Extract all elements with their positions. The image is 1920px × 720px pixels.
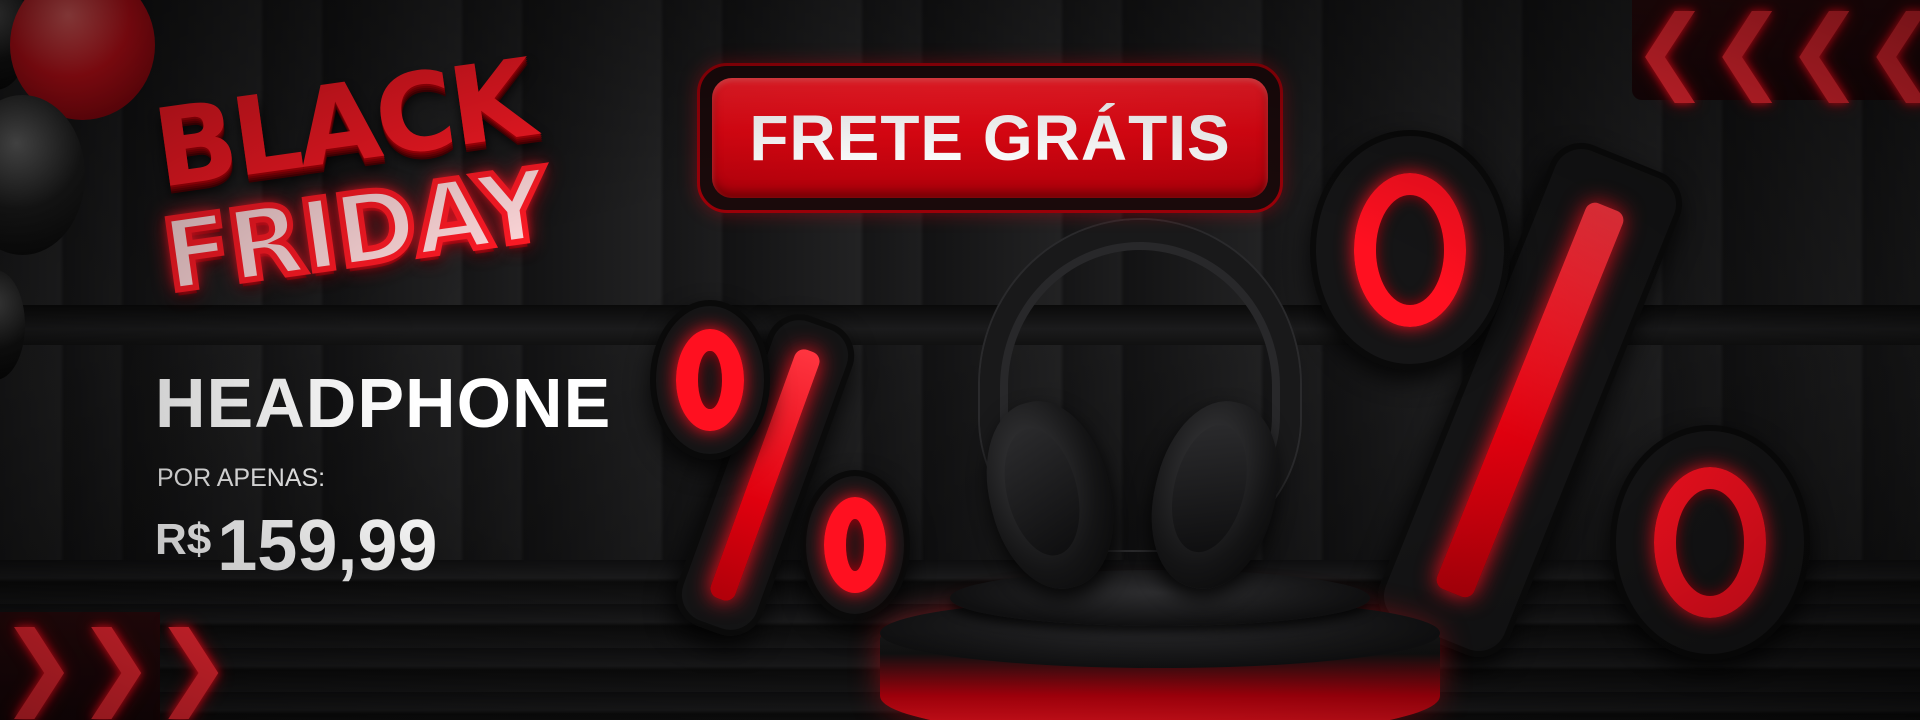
- chevron-left-icon: ❮: [1786, 0, 1864, 103]
- chevron-left-icon: ❮: [1863, 4, 1920, 96]
- chevron-right-icon: ❯: [77, 612, 155, 719]
- percent-ring-top: [650, 300, 770, 460]
- black-friday-banner: ❮ ❮ ❮ ❮ ❯ ❯ ❯ BLACK FRIDAY: [0, 0, 1920, 720]
- price-label: POR APENAS:: [157, 464, 326, 492]
- free-shipping-text: FRETE GRÁTIS: [749, 102, 1231, 174]
- product-title: HEADPHONE: [155, 364, 612, 442]
- free-shipping-badge-fill: FRETE GRÁTIS: [712, 78, 1268, 198]
- chevron-right-icon: ❯: [154, 612, 232, 719]
- headphone-icon: [960, 210, 1320, 610]
- price: R$ 159,99: [155, 510, 437, 582]
- percent-ring-top: [1310, 130, 1510, 370]
- free-shipping-badge[interactable]: FRETE GRÁTIS: [697, 63, 1283, 213]
- chevron-right-icon: ❯: [0, 612, 78, 719]
- percent-ring-bottom: [1610, 425, 1810, 660]
- chevron-strip-bottom: ❯ ❯ ❯: [0, 612, 231, 720]
- price-currency: R$: [155, 515, 212, 564]
- chevron-left-icon: ❮: [1709, 0, 1787, 103]
- chevron-left-icon: ❮: [1632, 0, 1710, 103]
- black-balloon-icon: [0, 270, 25, 380]
- price-value: 159,99: [217, 506, 438, 586]
- chevron-strip-top: ❮ ❮ ❮ ❮: [1632, 0, 1920, 100]
